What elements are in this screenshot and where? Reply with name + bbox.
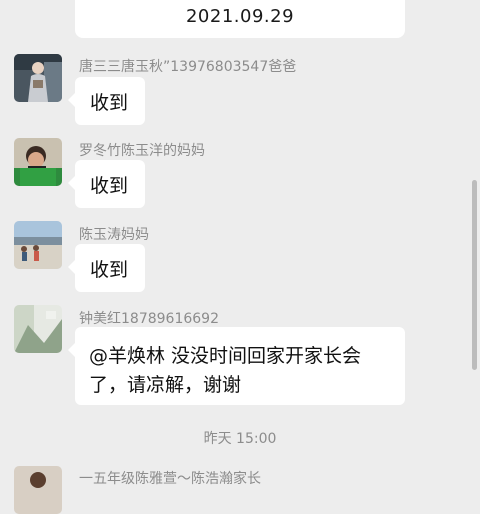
message-bubble-2[interactable]: 收到	[68, 160, 145, 208]
avatar-sender-1[interactable]	[14, 54, 62, 102]
message-text-3: 收到	[90, 259, 129, 281]
person-photo-avatar-2	[14, 466, 62, 514]
chat-window: 2021.09.29 唐三三唐玉秋”13976803547爸爸 收到 罗冬竹陈玉…	[0, 0, 480, 514]
time-separator: 昨天 15:00	[203, 431, 277, 447]
message-bubble-3[interactable]: 收到	[68, 244, 145, 292]
scrollbar-thumb[interactable]	[472, 180, 477, 370]
avatar-sender-5[interactable]	[14, 466, 62, 514]
sender-name-1: 唐三三唐玉秋”13976803547爸爸	[79, 59, 297, 75]
landscape-photo-avatar	[14, 305, 62, 353]
date-card[interactable]: 2021.09.29	[75, 0, 405, 38]
sender-name-2: 罗冬竹陈玉洋的妈妈	[79, 143, 205, 159]
message-text-4-line1: @羊焕林 没没时间回家开家长会	[89, 345, 362, 367]
message-text-1: 收到	[90, 92, 129, 114]
date-card-text: 2021.09.29	[185, 6, 295, 27]
sender-name-4: 钟美红18789616692	[79, 311, 219, 327]
avatar-sender-3[interactable]	[14, 221, 62, 269]
sender-name-5: 一五年级陈雅萱～陈浩瀚家长	[79, 471, 261, 487]
person-photo-avatar	[14, 54, 62, 102]
sender-name-3: 陈玉涛妈妈	[79, 227, 149, 243]
message-bubble-4[interactable]: @羊焕林 没没时间回家开家长会 了，请凉解，谢谢	[68, 327, 405, 405]
message-bubble-1[interactable]: 收到	[68, 77, 145, 125]
avatar-sender-2[interactable]	[14, 138, 62, 186]
avatar-sender-4[interactable]	[14, 305, 62, 353]
beach-photo-avatar	[14, 221, 62, 269]
message-text-4-line2: 了，请凉解，谢谢	[89, 374, 242, 396]
child-photo-avatar	[14, 138, 62, 186]
message-text-2: 收到	[90, 175, 129, 197]
